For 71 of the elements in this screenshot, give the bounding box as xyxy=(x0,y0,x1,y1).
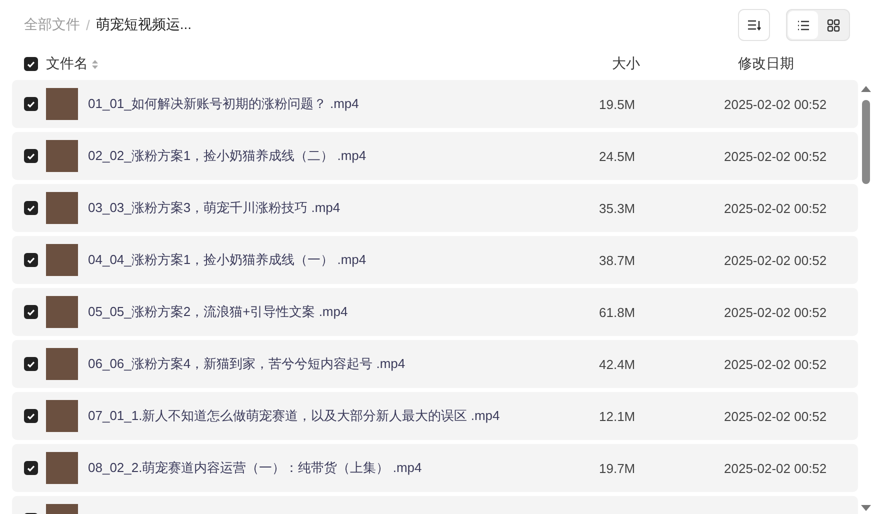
file-size: 38.7M xyxy=(599,252,636,268)
file-size: 35.3M xyxy=(599,200,636,216)
breadcrumb-separator: / xyxy=(86,17,90,33)
check-icon xyxy=(27,256,35,264)
video-thumbnail-placeholder xyxy=(46,88,78,120)
file-name: 02_02_涨粉方案1，捡小奶猫养成线（二） .mp4 xyxy=(88,147,368,165)
file-row[interactable]: 06_06_涨粉方案4，新猫到家，苦兮兮短内容起号 .mp4 42.4M 2025-02-02 00:52 xyxy=(12,340,858,388)
file-size: 12.1M xyxy=(599,408,636,424)
sort-button[interactable] xyxy=(738,9,770,41)
file-size: 61.8M xyxy=(599,304,636,320)
list-icon xyxy=(796,20,810,30)
modified-date: 2025-02-02 00:52 xyxy=(724,252,827,268)
file-size: 19.5M xyxy=(599,96,636,112)
file-row[interactable]: 08_02_2.萌宠赛道内容运营（一）：纯带货（上集） .mp4 19.7M 2025-02-02 00:52 xyxy=(12,444,858,492)
file-row[interactable]: 04_04_涨粉方案1，捡小奶猫养成线（一） .mp4 38.7M 2025-02-02 00:52 xyxy=(12,236,858,284)
modified-date: 2025-02-02 00:52 xyxy=(724,356,827,372)
check-icon xyxy=(27,152,35,160)
video-thumbnail-placeholder xyxy=(46,140,78,172)
column-header[interactable]: 修改日期 xyxy=(738,55,794,73)
video-thumbnail-placeholder xyxy=(46,452,78,484)
video-thumbnail-placeholder xyxy=(46,244,78,276)
file-size: 42.4M xyxy=(599,356,636,372)
scroll-down-icon[interactable] xyxy=(861,505,871,512)
file-row[interactable]: 07_01_1.新人不知道怎么做萌宠赛道，以及大部分新人最大的误区 .mp4 12.1M 2025-02-02 00:52 xyxy=(12,392,858,440)
file-row[interactable]: 02_02_涨粉方案1，捡小奶猫养成线（二） .mp4 24.5M 2025-02-02 00:52 xyxy=(12,132,858,180)
row-checkbox[interactable] xyxy=(24,461,38,475)
file-row[interactable]: 03_03_涨粉方案3，萌宠千川涨粉技巧 .mp4 35.3M 2025-02-02 00:52 xyxy=(12,184,858,232)
scroll-up-icon[interactable] xyxy=(861,86,871,93)
check-icon xyxy=(27,464,35,472)
check-icon xyxy=(27,100,35,108)
row-checkbox[interactable] xyxy=(24,357,38,371)
modified-date: 2025-02-02 00:52 xyxy=(724,148,827,164)
grid-icon xyxy=(826,18,840,32)
row-checkbox[interactable] xyxy=(24,97,38,111)
file-size: 19.7M xyxy=(599,460,636,476)
file-name: 04_04_涨粉方案1，捡小奶猫养成线（一） .mp4 xyxy=(88,251,368,269)
modified-date: 2025-02-02 00:52 xyxy=(724,408,827,424)
row-checkbox[interactable] xyxy=(24,149,38,163)
modified-date: 2025-02-02 00:52 xyxy=(724,460,827,476)
file-name: 07_01_1.新人不知道怎么做萌宠赛道，以及大部分新人最大的误区 .mp4 xyxy=(88,407,501,425)
file-name: 08_02_2.萌宠赛道内容运营（一）：纯带货（上集） .mp4 xyxy=(88,459,423,477)
check-icon xyxy=(27,204,35,212)
scrollbar-thumb[interactable] xyxy=(862,100,870,184)
file-name: 03_03_涨粉方案3，萌宠千川涨粉技巧 .mp4 xyxy=(88,199,342,217)
file-name: 06_06_涨粉方案4，新猫到家，苦兮兮短内容起号 .mp4 xyxy=(88,355,406,373)
row-checkbox[interactable] xyxy=(24,305,38,319)
sort-icon xyxy=(747,19,761,31)
check-icon xyxy=(27,308,35,316)
select-all-checkbox[interactable] xyxy=(24,57,38,71)
column-header[interactable]: 文件名 xyxy=(46,55,88,73)
video-thumbnail-placeholder xyxy=(46,400,78,432)
check-icon xyxy=(27,360,35,368)
file-size: 24.5M xyxy=(599,148,636,164)
row-checkbox[interactable] xyxy=(24,409,38,423)
modified-date: 2025-02-02 00:52 xyxy=(724,200,827,216)
file-name: 05_05_涨粉方案2，流浪猫+引导性文案 .mp4 xyxy=(88,303,349,321)
file-name: 01_01_如何解决新账号初期的涨粉问题？ .mp4 xyxy=(88,95,360,113)
breadcrumb-item: 萌宠短视频运... xyxy=(96,16,192,34)
video-thumbnail-placeholder xyxy=(46,296,78,328)
list-view-button[interactable] xyxy=(788,11,818,39)
video-thumbnail-placeholder xyxy=(46,192,78,224)
video-thumbnail-placeholder xyxy=(46,348,78,380)
row-checkbox[interactable] xyxy=(24,253,38,267)
check-icon xyxy=(27,412,35,420)
column-header[interactable]: 大小 xyxy=(612,55,738,73)
file-row[interactable]: 05_05_涨粉方案2，流浪猫+引导性文案 .mp4 61.8M 2025-02-02 00:52 xyxy=(12,288,858,336)
row-checkbox[interactable] xyxy=(24,201,38,215)
modified-date: 2025-02-02 00:52 xyxy=(724,304,827,320)
check-icon xyxy=(27,60,35,68)
modified-date: 2025-02-02 00:52 xyxy=(724,96,827,112)
file-row[interactable]: 01_01_如何解决新账号初期的涨粉问题？ .mp4 19.5M 2025-02-02 00:52 xyxy=(12,80,858,128)
